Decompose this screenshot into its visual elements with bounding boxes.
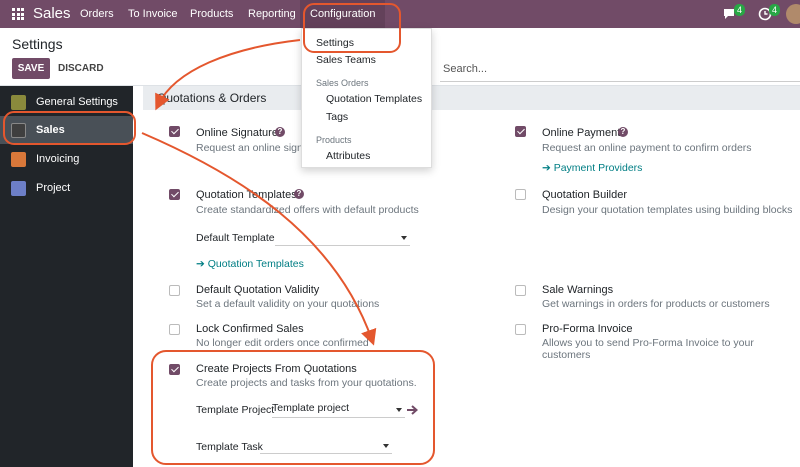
sidebar-item-label: Project — [36, 182, 71, 194]
gear-icon — [11, 95, 26, 110]
quotation-templates-checkbox[interactable] — [169, 189, 180, 200]
settings-content: Quotations & Orders Online Signature ? R… — [133, 86, 800, 467]
internal-link-arrow-icon[interactable] — [406, 404, 419, 416]
lock-confirmed-checkbox[interactable] — [169, 324, 180, 335]
sidebar-item-sales[interactable]: Sales — [0, 116, 133, 144]
pro-forma-checkbox[interactable] — [515, 324, 526, 335]
online-signature-checkbox[interactable] — [169, 126, 180, 137]
quotation-templates-desc: Create standardized offers with default … — [196, 204, 419, 216]
template-project-label: Template Project — [196, 404, 275, 416]
app-name[interactable]: Sales — [33, 5, 71, 22]
messages-count-badge: 4 — [734, 4, 746, 16]
create-projects-desc: Create projects and tasks from your quot… — [196, 377, 417, 389]
menu-item-sales-teams[interactable]: Sales Teams — [316, 54, 376, 66]
activities-count-badge: 4 — [769, 4, 781, 16]
lock-confirmed-desc: No longer edit orders once confirmed — [196, 337, 369, 349]
menu-item-quotation-templates[interactable]: Quotation Templates — [326, 93, 422, 105]
sidebar-item-project[interactable]: Project — [0, 174, 133, 202]
page-title: Settings — [12, 36, 63, 52]
chevron-down-icon — [383, 444, 389, 448]
puzzle-icon — [11, 181, 26, 196]
chevron-down-icon — [396, 408, 402, 412]
sidebar-item-invoicing[interactable]: Invoicing — [0, 145, 133, 173]
user-avatar[interactable] — [786, 4, 800, 24]
default-validity-desc: Set a default validity on your quotation… — [196, 298, 380, 310]
section-header: Quotations & Orders — [143, 86, 800, 110]
online-payment-checkbox[interactable] — [515, 126, 526, 137]
top-navbar: Sales Orders To Invoice Products Reporti… — [0, 0, 800, 28]
menu-configuration[interactable]: Configuration — [300, 0, 386, 28]
online-payment-desc: Request an online payment to confirm ord… — [542, 142, 752, 154]
chevron-down-icon — [401, 236, 407, 240]
sidebar-item-label: Invoicing — [36, 153, 80, 165]
sale-warnings-desc: Get warnings in orders for products or c… — [542, 298, 770, 310]
default-validity-title: Default Quotation Validity — [196, 284, 320, 296]
default-template-select[interactable] — [275, 230, 410, 246]
apps-grid-icon[interactable] — [12, 8, 24, 20]
template-task-select[interactable] — [260, 438, 392, 454]
configuration-dropdown-menu: Settings Sales Teams Sales Orders Quotat… — [301, 28, 432, 168]
lock-confirmed-title: Lock Confirmed Sales — [196, 323, 304, 335]
payment-providers-link[interactable]: ➔ Payment Providers — [542, 162, 642, 174]
chart-icon — [11, 123, 26, 138]
save-button[interactable]: SAVE — [12, 58, 50, 79]
online-signature-title: Online Signature — [196, 127, 278, 139]
help-icon[interactable]: ? — [618, 127, 628, 137]
help-icon[interactable]: ? — [275, 127, 285, 137]
create-projects-checkbox[interactable] — [169, 364, 180, 375]
menu-products[interactable]: Products — [190, 8, 233, 20]
arrow-right-icon: ➔ — [196, 258, 208, 270]
online-payment-title: Online Payment — [542, 127, 621, 139]
menu-item-settings[interactable]: Settings — [316, 37, 354, 49]
quotation-builder-desc: Design your quotation templates using bu… — [542, 204, 793, 216]
default-template-label: Default Template — [196, 232, 275, 244]
search-placeholder: Search... — [443, 63, 488, 75]
pro-forma-desc: Allows you to send Pro-Forma Invoice to … — [542, 337, 754, 361]
section-title: Quotations & Orders — [157, 91, 267, 105]
quotation-builder-checkbox[interactable] — [515, 189, 526, 200]
menu-reporting[interactable]: Reporting — [248, 8, 296, 20]
settings-sidebar: General Settings Sales Invoicing Project — [0, 86, 133, 467]
quotation-templates-link[interactable]: ➔ Quotation Templates — [196, 258, 304, 270]
sale-warnings-checkbox[interactable] — [515, 285, 526, 296]
template-project-value: Template project — [272, 402, 350, 414]
invoice-icon — [11, 152, 26, 167]
payment-providers-label: Payment Providers — [553, 162, 643, 174]
quotation-templates-title: Quotation Templates — [196, 189, 297, 201]
discard-button[interactable]: DISCARD — [58, 63, 104, 74]
menu-header-products: Products — [316, 135, 352, 145]
create-projects-title: Create Projects From Quotations — [196, 363, 357, 375]
default-validity-checkbox[interactable] — [169, 285, 180, 296]
sidebar-item-label: General Settings — [36, 96, 118, 108]
template-task-label: Template Task — [196, 441, 263, 453]
menu-item-tags[interactable]: Tags — [326, 111, 348, 123]
template-project-select[interactable]: Template project — [272, 402, 405, 418]
menu-header-sales-orders: Sales Orders — [316, 78, 369, 88]
sidebar-item-general-settings[interactable]: General Settings — [0, 88, 133, 116]
search-input[interactable]: Search... — [440, 62, 800, 82]
menu-to-invoice[interactable]: To Invoice — [128, 8, 178, 20]
pro-forma-title: Pro-Forma Invoice — [542, 323, 633, 335]
help-icon[interactable]: ? — [294, 189, 304, 199]
sale-warnings-title: Sale Warnings — [542, 284, 614, 296]
quotation-builder-title: Quotation Builder — [542, 189, 627, 201]
menu-item-attributes[interactable]: Attributes — [326, 150, 370, 162]
arrow-right-icon: ➔ — [542, 162, 554, 174]
menu-orders[interactable]: Orders — [80, 8, 114, 20]
quotation-templates-link-label: Quotation Templates — [207, 258, 304, 270]
sidebar-item-label: Sales — [36, 124, 65, 136]
